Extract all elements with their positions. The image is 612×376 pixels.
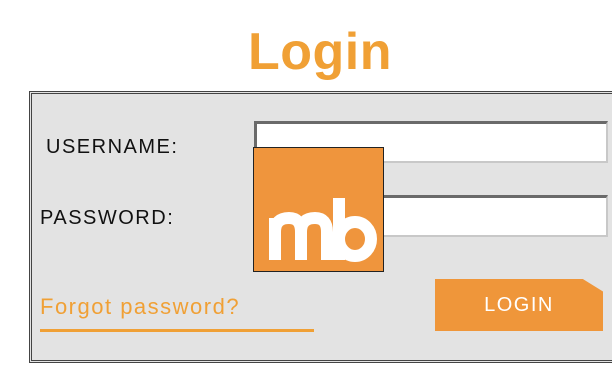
- mb-logo: [253, 147, 384, 272]
- password-label: PASSWORD:: [40, 207, 175, 229]
- login-button[interactable]: LOGIN: [435, 279, 603, 331]
- username-label: USERNAME:: [46, 136, 179, 158]
- forgot-password-link[interactable]: Forgot password?: [40, 294, 240, 320]
- mb-logo-mark: [269, 198, 377, 262]
- page-title: Login: [247, 23, 392, 81]
- forgot-password-underline: [40, 329, 314, 332]
